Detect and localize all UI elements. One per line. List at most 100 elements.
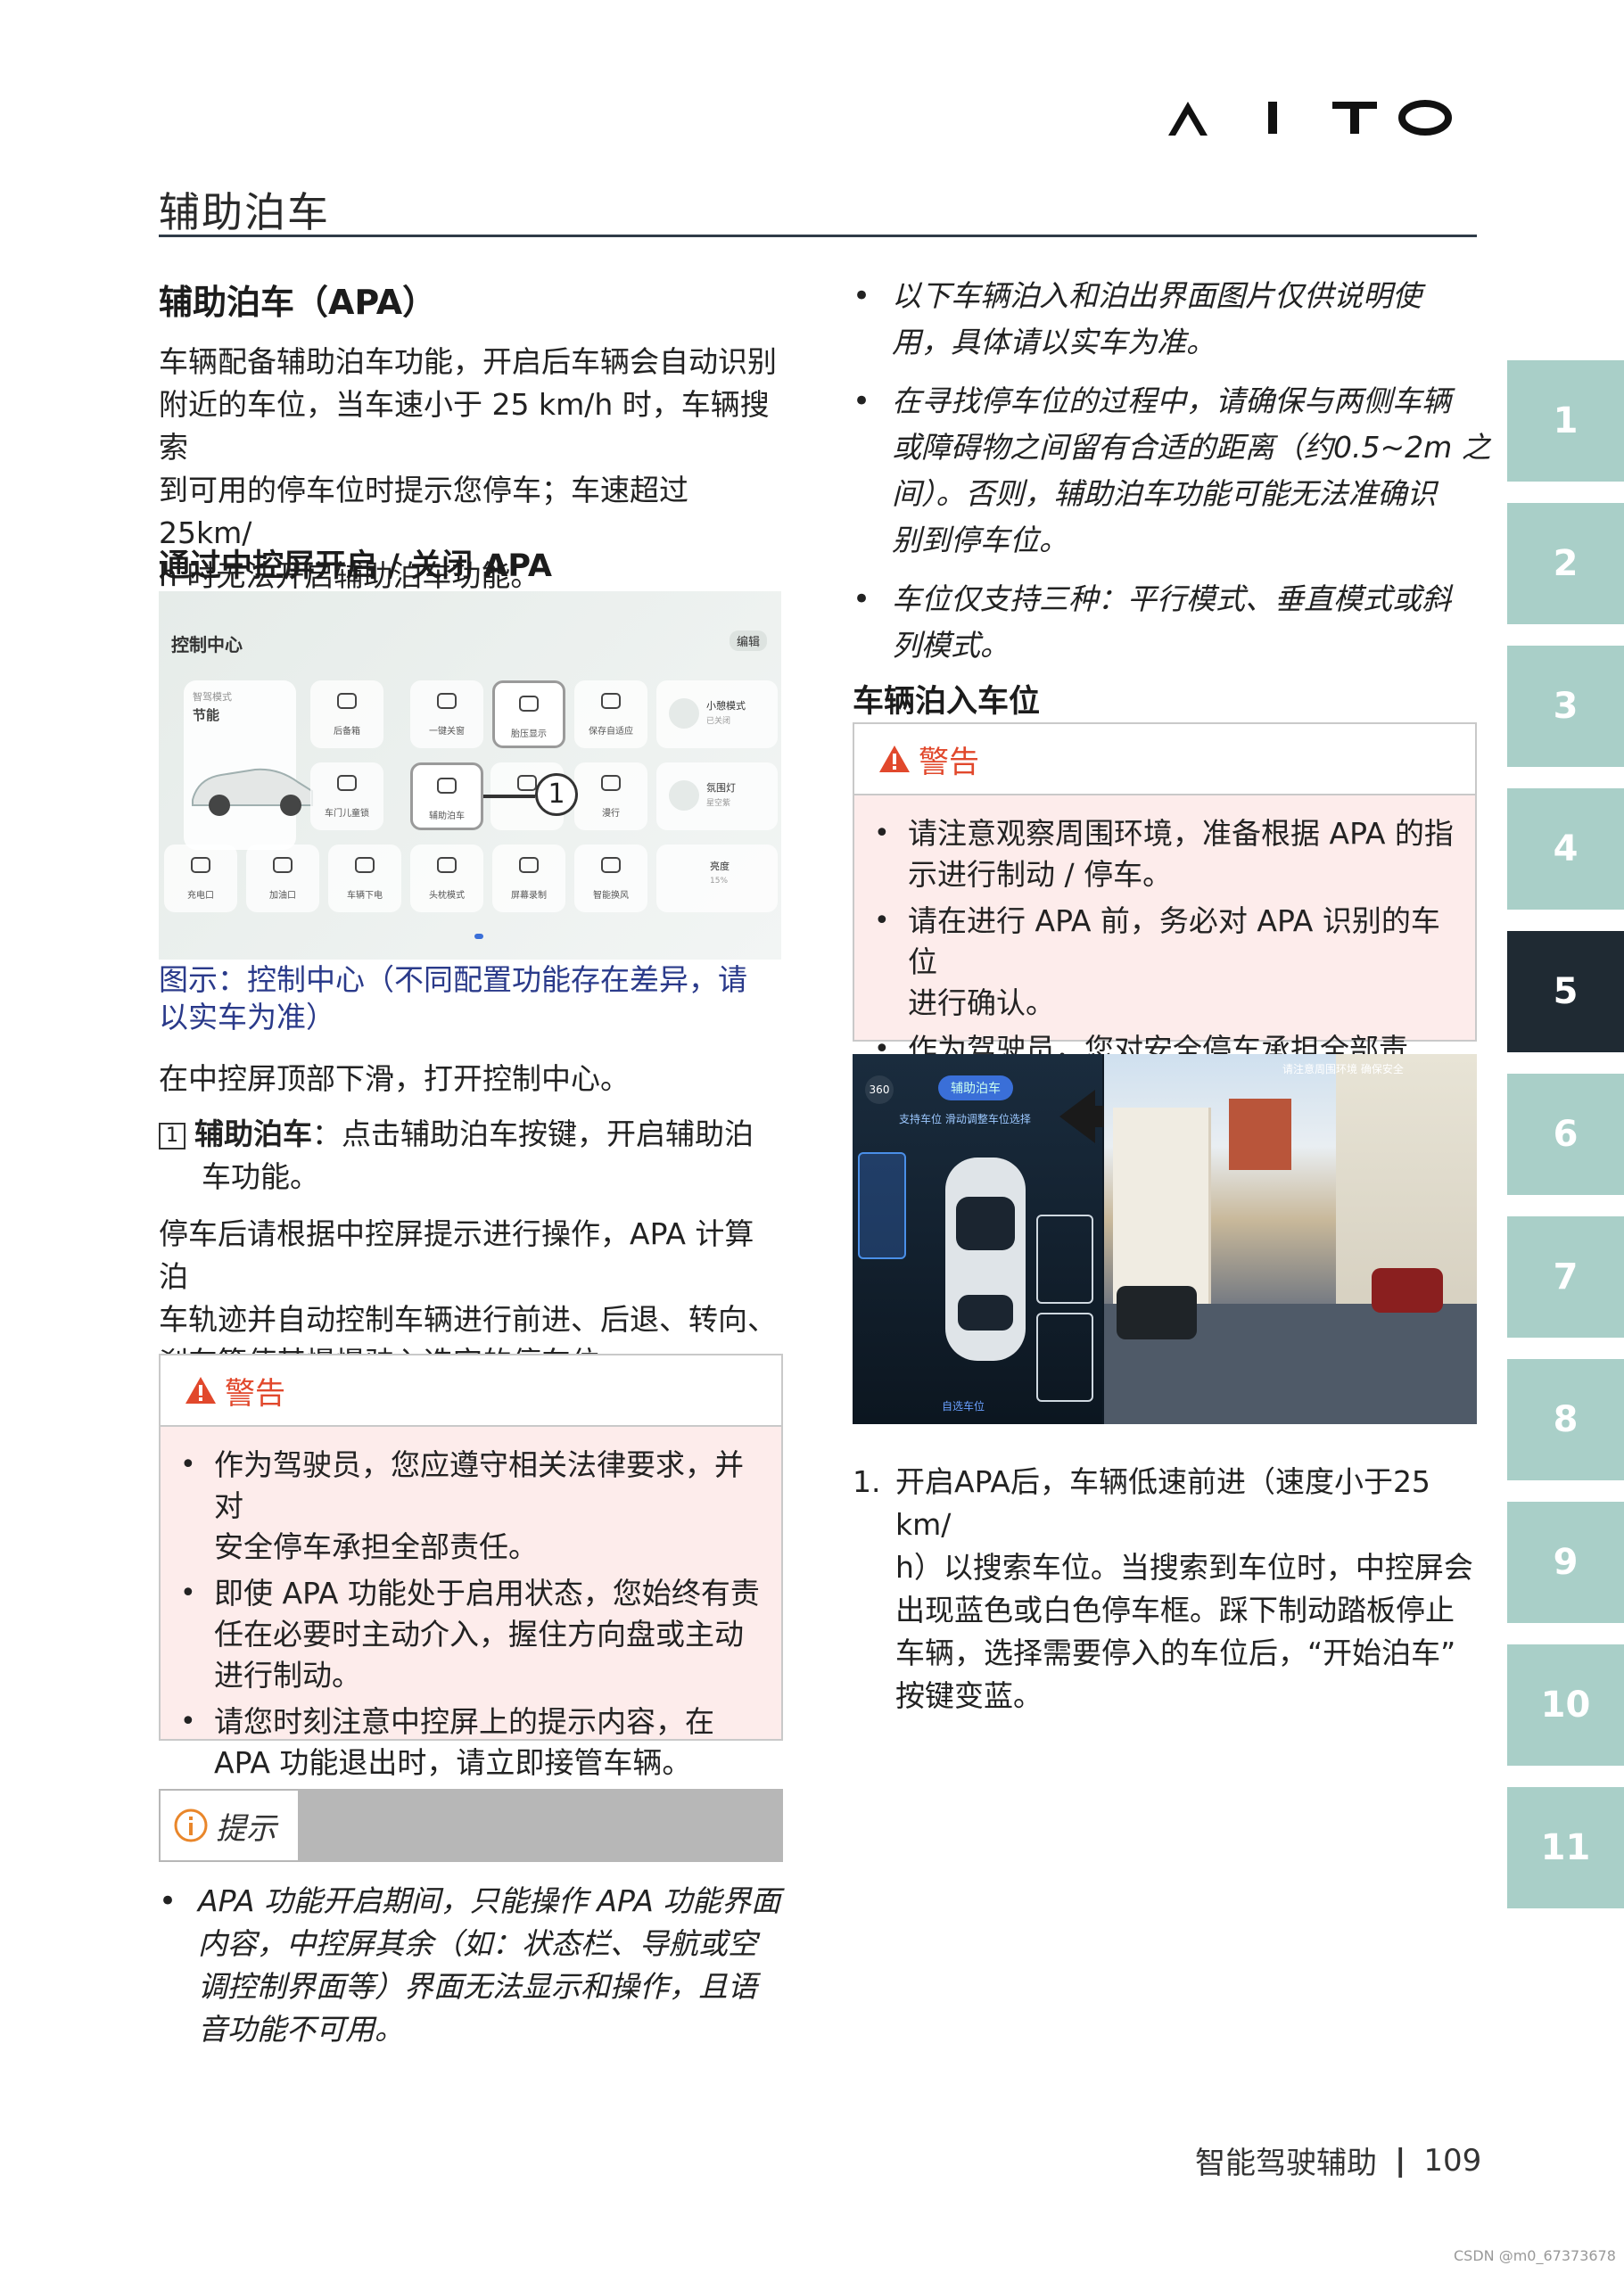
page-title: 辅助泊车	[159, 188, 330, 236]
parked-car-2	[1372, 1268, 1443, 1313]
tile-icon	[519, 696, 539, 712]
brightness-value: 15%	[710, 877, 729, 886]
tile-label: 漫行	[602, 809, 620, 819]
chapter-tab-1[interactable]: 1	[1507, 360, 1624, 482]
tile-icon	[669, 698, 699, 729]
warning-box-right: 警告 • 请注意观察周围环境，准备根据 APA 的指 示进行制动 / 停车。 • 请在…	[853, 722, 1477, 1108]
tile-icon	[337, 693, 357, 709]
watermark: CSDN @m0_67373678	[1454, 2247, 1616, 2264]
car-icon	[192, 768, 313, 816]
ego-car-icon	[945, 1158, 1026, 1361]
warning-header: 警告	[161, 1355, 781, 1427]
tile-icon	[601, 693, 621, 709]
control-tile-r3-0[interactable]: 充电口	[164, 845, 237, 912]
footer-separator: |	[1395, 2142, 1406, 2179]
figure-caption: 图示：控制中心（不同配置功能存在差异，请 以实车为准）	[159, 962, 747, 1034]
tile-label: 屏幕录制	[511, 891, 547, 901]
slot-hint: 支持车位 滑动调整车位选择	[899, 1113, 1031, 1125]
control-tile-r2-3[interactable]: 漫行	[574, 762, 647, 830]
parking-slot-blue[interactable]	[858, 1152, 906, 1259]
tile-icon	[601, 775, 621, 791]
callout-line	[483, 795, 535, 798]
tile-label: 后备箱	[334, 727, 360, 737]
control-tile-r2-0[interactable]: 车门儿童锁	[310, 762, 383, 830]
tile-icon	[517, 775, 537, 791]
front-camera-view: 请注意周围环境 确保安全	[1104, 1054, 1477, 1424]
control-tile-r3-4[interactable]: 屏幕录制	[492, 845, 565, 912]
tile-icon	[669, 780, 699, 811]
brightness-slider[interactable]: 亮度 15%	[656, 845, 778, 912]
chapter-tab-9[interactable]: 9	[1507, 1502, 1624, 1623]
chapter-tab-11[interactable]: 11	[1507, 1787, 1624, 1908]
right-bullet-list: • 以下车辆泊入和泊出界面图片仅供说明使 用，具体请以实车为准。 • 在寻找停车位的过…	[853, 278, 1491, 663]
chapter-tab-5[interactable]: 5	[1507, 931, 1624, 1052]
tile-label: 充电口	[187, 891, 214, 901]
tile-icon	[437, 778, 457, 794]
section-heading-apa: 辅助泊车（APA）	[159, 283, 437, 322]
tip-content: • APA 功能开启期间，只能操作 APA 功能界面 内容，中控屏其余（如：状态栏、…	[159, 1883, 781, 2047]
tile-label: 智能换风	[593, 891, 629, 901]
chapter-tab-2[interactable]: 2	[1507, 503, 1624, 624]
control-tile-r3-5[interactable]: 智能换风	[574, 845, 647, 912]
car-mode-tile[interactable]: 智驾模式 节能	[184, 680, 313, 850]
parking-slot-white-1[interactable]	[1036, 1215, 1093, 1304]
tile-label: 胎压显示	[511, 729, 547, 739]
item-apa-button: 1 辅助泊车：点击辅助泊车按键，开启辅助泊 车功能。	[159, 1113, 783, 1199]
camera-hint: 请注意周围环境 确保安全	[1282, 1063, 1404, 1075]
tile-label: 车门儿童锁	[325, 809, 369, 819]
chapter-tab-8[interactable]: 8	[1507, 1359, 1624, 1480]
tile-label: 头枕模式	[429, 891, 465, 901]
step-1-paragraph: 1. 开启APA后，车辆低速前进（速度小于25 km/h）以搜索车位。当搜索到车…	[853, 1464, 1473, 1713]
tile-label: 氛围灯	[706, 782, 736, 794]
tile-label: 加油口	[269, 891, 296, 901]
tile-icon	[601, 857, 621, 873]
control-tile-r2-1[interactable]: 辅助泊车	[410, 762, 483, 830]
control-tile-r3-3[interactable]: 头枕模式	[410, 845, 483, 912]
page-indicator	[474, 934, 483, 939]
section-heading-park-in: 车辆泊入车位	[853, 684, 1041, 720]
control-tile-r1-2[interactable]: 胎压显示	[492, 680, 565, 748]
self-select-slot-label[interactable]: 自选车位	[942, 1398, 985, 1413]
title-divider	[159, 235, 1477, 237]
warning-icon	[185, 1377, 216, 1404]
edit-button[interactable]: 编辑	[730, 630, 768, 651]
chapter-tab-7[interactable]: 7	[1507, 1216, 1624, 1338]
tile-sub-label: 已关闭	[706, 717, 731, 726]
building-roof	[1229, 1099, 1291, 1170]
step-open-control-center: 在中控屏顶部下滑，打开控制中心。	[159, 1061, 630, 1096]
warning-box-left: 警告 • 作为驾驶员，您应遵守相关法律要求，并对 安全停车承担全部责任。 • 即使 A…	[159, 1354, 783, 1780]
control-tile-r1-3[interactable]: 保存自适应	[574, 680, 647, 748]
tip-box: 提示	[159, 1789, 783, 1862]
warning-icon	[879, 746, 910, 772]
tile-label: 一键关窗	[429, 727, 465, 737]
tile-icon	[519, 857, 539, 873]
tile-label: 车辆下电	[347, 891, 383, 901]
control-tile-r1-0[interactable]: 后备箱	[310, 680, 383, 748]
parking-slot-white-2[interactable]	[1036, 1313, 1093, 1402]
view-360-icon[interactable]: 360	[865, 1075, 894, 1104]
control-center-title: 控制中心	[171, 634, 243, 655]
control-tile-wide-1[interactable]: 氛围灯 星空紫	[656, 762, 778, 830]
tile-sub-label: 星空紫	[706, 799, 731, 808]
chapter-tab-3[interactable]: 3	[1507, 646, 1624, 767]
control-tile-wide-0[interactable]: 小憩模式 已关闭	[656, 680, 778, 748]
tile-label: 亮度	[710, 861, 730, 872]
chapter-tab-4[interactable]: 4	[1507, 788, 1624, 910]
parked-car-1	[1117, 1286, 1197, 1339]
tile-label: 小憩模式	[706, 700, 746, 712]
tile-icon	[273, 857, 293, 873]
page-number: 109	[1423, 2142, 1482, 2179]
control-tile-r3-2[interactable]: 车辆下电	[328, 845, 401, 912]
chapter-tab-10[interactable]: 10	[1507, 1644, 1624, 1766]
tile-icon	[437, 693, 457, 709]
apa-mode-pill[interactable]: 辅助泊车	[938, 1075, 1013, 1100]
control-tile-r3-1[interactable]: 加油口	[246, 845, 319, 912]
tile-icon	[337, 775, 357, 791]
info-icon	[174, 1808, 208, 1842]
control-tile-r1-1[interactable]: 一键关窗	[410, 680, 483, 748]
chapter-tab-6[interactable]: 6	[1507, 1074, 1624, 1195]
callout-number: 1	[535, 773, 578, 816]
control-center-screenshot: 控制中心 编辑 智驾模式 节能 后备箱 一键关窗 胎压显示 保存自适应车门儿童锁 辅助泊…	[159, 591, 781, 960]
footer: 智能驾驶辅助 | 109	[1195, 2138, 1481, 2182]
footer-section: 智能驾驶辅助	[1195, 2146, 1377, 2181]
